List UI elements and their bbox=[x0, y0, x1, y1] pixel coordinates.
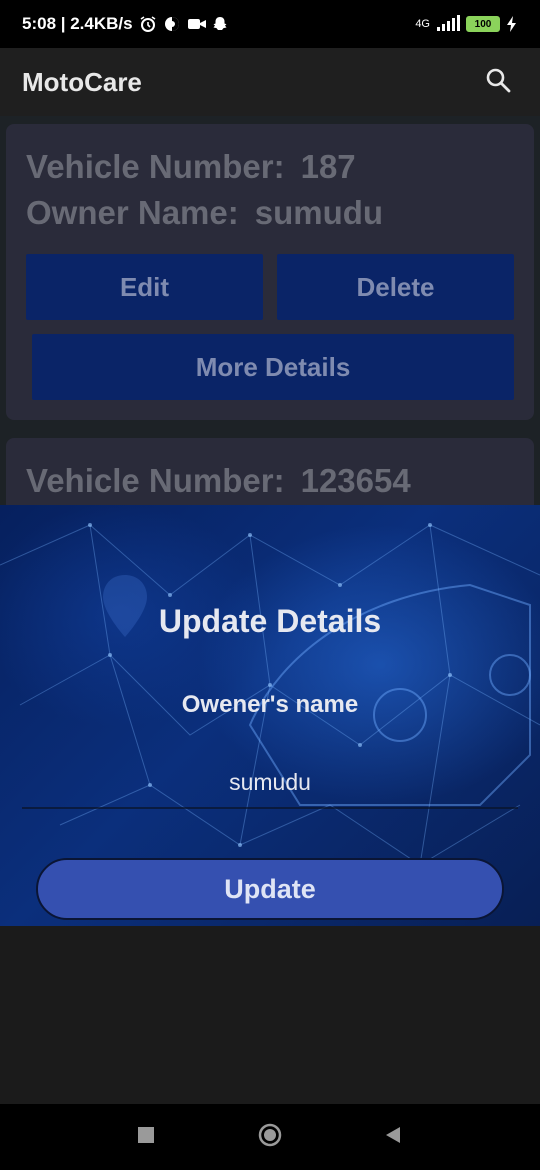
vehicle-number-value: 123654 bbox=[300, 462, 411, 499]
edit-button[interactable]: Edit bbox=[26, 254, 263, 320]
vehicle-number-row: Vehicle Number: 187 bbox=[26, 144, 514, 190]
vehicle-number-label: Vehicle Number: bbox=[26, 148, 285, 185]
sheet-title: Update Details bbox=[158, 603, 382, 639]
data-saver-icon bbox=[163, 15, 181, 33]
video-icon bbox=[187, 15, 206, 33]
delete-button[interactable]: Delete bbox=[277, 254, 514, 320]
update-details-sheet: Update Details Owener's name Update bbox=[0, 505, 540, 926]
recents-icon bbox=[137, 1126, 155, 1149]
status-bar: 5:08 | 2.4KB/s 4G 100 bbox=[0, 0, 540, 48]
search-icon bbox=[485, 67, 511, 98]
more-details-button[interactable]: More Details bbox=[32, 334, 514, 400]
charging-icon bbox=[506, 15, 518, 33]
app-title: MotoCare bbox=[22, 66, 142, 97]
status-left: 5:08 | 2.4KB/s bbox=[22, 14, 229, 34]
home-icon bbox=[257, 1122, 283, 1153]
status-time-speed: 5:08 | 2.4KB/s bbox=[22, 14, 133, 33]
vehicle-card: Vehicle Number: 187 Owner Name: sumudu E… bbox=[6, 124, 534, 420]
battery-icon: 100 bbox=[466, 16, 500, 32]
vehicle-number-label: Vehicle Number: bbox=[26, 462, 285, 499]
snapchat-icon bbox=[211, 15, 229, 33]
status-right: 4G 100 bbox=[415, 15, 518, 33]
owner-name-label: Owner Name: bbox=[26, 194, 239, 231]
owner-name-value: sumudu bbox=[254, 194, 384, 231]
alarm-icon bbox=[139, 15, 157, 33]
update-button[interactable]: Update bbox=[36, 858, 504, 920]
vehicle-number-value: 187 bbox=[300, 148, 356, 185]
signal-icon bbox=[436, 15, 460, 33]
back-button[interactable] bbox=[380, 1124, 406, 1150]
system-nav-bar bbox=[0, 1104, 540, 1170]
network-type: 4G bbox=[415, 18, 430, 30]
owner-name-field-label: Owener's name bbox=[181, 691, 359, 718]
owner-name-row: Owner Name: sumudu bbox=[26, 190, 514, 236]
search-button[interactable] bbox=[478, 62, 518, 102]
back-icon bbox=[383, 1125, 403, 1150]
recents-button[interactable] bbox=[133, 1124, 159, 1150]
app-bar: MotoCare bbox=[0, 48, 540, 116]
card-button-row: Edit Delete bbox=[26, 254, 514, 320]
owner-name-input[interactable] bbox=[22, 757, 518, 809]
home-button[interactable] bbox=[257, 1122, 283, 1153]
vehicle-number-row: Vehicle Number: 123654 bbox=[26, 458, 514, 504]
